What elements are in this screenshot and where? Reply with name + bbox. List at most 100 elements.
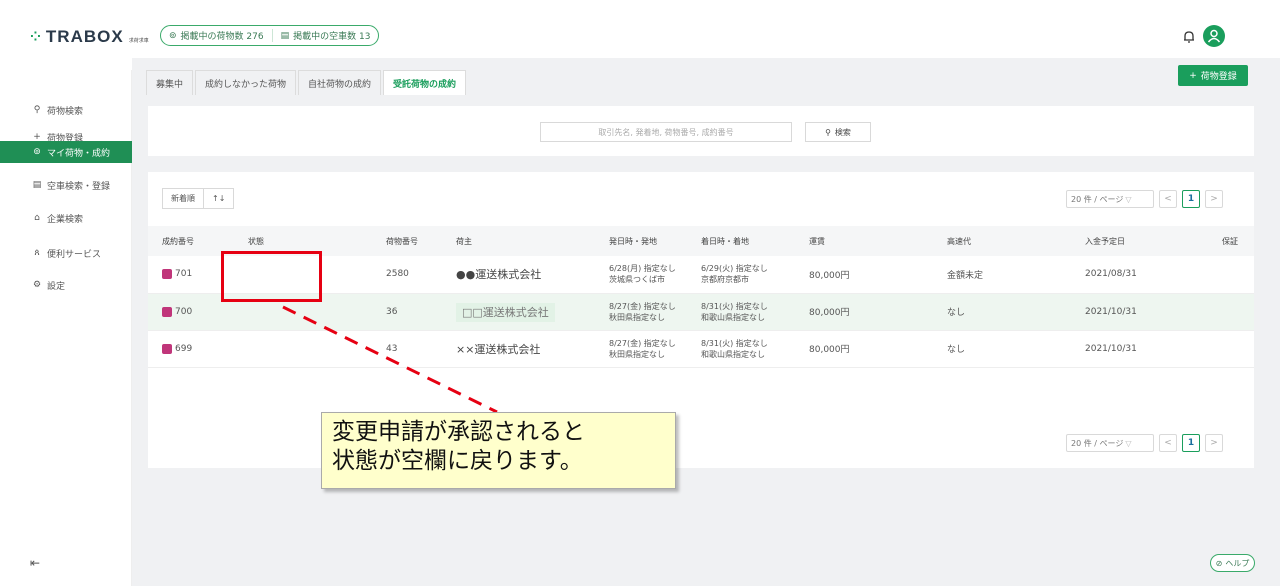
- user-avatar[interactable]: [1203, 25, 1225, 47]
- add-cargo-button[interactable]: + 荷物登録: [1178, 65, 1248, 86]
- current-page-button[interactable]: 1: [1182, 190, 1200, 208]
- chevron-down-icon: ▽: [1125, 194, 1132, 204]
- guarantee-cell: [1208, 330, 1254, 368]
- tab-own-contracts[interactable]: 自社荷物の成約: [298, 70, 382, 95]
- sidebar: ⚲ 荷物検索 + 荷物登録 ⊚ マイ荷物・成約 ▤ 空車検索・登録 ⌂ 企業検索 ጰ 便利サ…: [0, 70, 132, 586]
- fare-cell: 80,000円: [795, 256, 933, 294]
- stats-pill: ⊚ 掲載中の荷物数 276 ▤ 掲載中の空車数 13: [160, 25, 380, 46]
- cargo-count[interactable]: ⊚ 掲載中の荷物数 276: [161, 29, 272, 43]
- cargo-no-cell: 36: [372, 293, 442, 331]
- tab-bar: 募集中 成約しなかった荷物 自社荷物の成約 受託荷物の成約: [146, 70, 468, 95]
- bell-icon[interactable]: [1182, 30, 1196, 44]
- sidebar-item-label: マイ荷物・成約: [47, 148, 111, 159]
- user-icon: [1207, 29, 1221, 43]
- contract-badge-icon: [162, 343, 172, 354]
- search-icon: ⚲: [825, 127, 831, 137]
- help-button[interactable]: ⊘ ヘルプ: [1210, 554, 1255, 572]
- logo-dots-icon: ⁘: [30, 29, 41, 45]
- col-toll: 高速代: [933, 226, 1071, 256]
- fare-cell: 80,000円: [795, 293, 933, 331]
- trabox-logo[interactable]: ⁘ TRABOX 求荷求車: [30, 27, 149, 47]
- status-cell: [234, 330, 372, 368]
- cargo-no-cell: 2580: [372, 256, 442, 294]
- add-cargo-label: 荷物登録: [1200, 72, 1237, 82]
- sort-order-icon[interactable]: ↑↓: [204, 194, 233, 203]
- truck-icon: ▤: [32, 180, 42, 190]
- main-content: 募集中 成約しなかった荷物 自社荷物の成約 受託荷物の成約 + 荷物登録 取引先名…: [132, 58, 1280, 586]
- sidebar-item-services[interactable]: ጰ 便利サービス: [0, 242, 132, 264]
- truck-count[interactable]: ▤ 掲載中の空車数 13: [273, 29, 379, 43]
- search-icon: ⚲: [33, 105, 41, 115]
- prev-page-button[interactable]: <: [1159, 434, 1177, 452]
- shipper-name[interactable]: □□運送株式会社: [456, 302, 555, 322]
- next-page-button[interactable]: >: [1205, 190, 1223, 208]
- arrival-cell: 8/31(火) 指定なし 和歌山県指定なし: [687, 330, 795, 368]
- toll-cell: なし: [933, 293, 1071, 331]
- shipper-name[interactable]: ●●運送株式会社: [456, 268, 541, 281]
- help-label: ヘルプ: [1225, 558, 1250, 568]
- current-page-button[interactable]: 1: [1182, 434, 1200, 452]
- tab-consigned-contracts[interactable]: 受託荷物の成約: [383, 70, 467, 95]
- toll-cell: 金額未定: [933, 256, 1071, 294]
- callout-line-1: 変更申請が承認されると: [332, 419, 585, 445]
- cargo-no-cell: 43: [372, 330, 442, 368]
- col-cargo-no: 荷物番号: [372, 226, 442, 256]
- tab-not-contracted[interactable]: 成約しなかった荷物: [195, 70, 297, 95]
- col-arrival: 着日時・着地: [687, 226, 795, 256]
- fare-cell: 80,000円: [795, 330, 933, 368]
- sidebar-item-label: 空車検索・登録: [47, 181, 111, 192]
- contract-link[interactable]: 699: [162, 343, 234, 354]
- payment-date-cell: 2021/08/31: [1071, 256, 1208, 294]
- payment-date-cell: 2021/10/31: [1071, 330, 1208, 368]
- logo-text: TRABOX: [45, 27, 124, 46]
- pagination-bottom: 20 件 / ページ ▽ < 1 >: [1066, 434, 1223, 452]
- sidebar-item-company-search[interactable]: ⌂ 企業検索: [0, 207, 132, 229]
- search-button[interactable]: ⚲ 検索: [805, 122, 871, 142]
- collapse-sidebar-icon[interactable]: ⇤: [30, 556, 40, 570]
- page-size-select[interactable]: 20 件 / ページ ▽: [1066, 434, 1154, 452]
- search-input[interactable]: 取引先名, 発着地, 荷物番号, 成約番号: [540, 122, 792, 142]
- sidebar-item-label: 設定: [47, 281, 66, 292]
- plus-icon: +: [1189, 70, 1197, 81]
- page-size-select[interactable]: 20 件 / ページ ▽: [1066, 190, 1154, 208]
- table-row[interactable]: 699 43 ××運送株式会社 8/27(金) 指定なし 秋田県指定なし 8/31…: [148, 330, 1254, 368]
- sort-label: 新着順: [171, 194, 195, 203]
- chevron-down-icon: ▽: [1125, 438, 1132, 448]
- departure-cell: 8/27(金) 指定なし 秋田県指定なし: [595, 293, 687, 331]
- people-icon: ጰ: [34, 248, 40, 258]
- toll-cell: なし: [933, 330, 1071, 368]
- contract-link[interactable]: 700: [162, 306, 234, 317]
- pagination-top: 20 件 / ページ ▽ < 1 >: [1066, 190, 1223, 208]
- departure-cell: 6/28(月) 指定なし 茨城県つくば市: [595, 256, 687, 294]
- callout-line-2: 状態が空欄に戻ります。: [332, 448, 583, 474]
- sidebar-item-cargo-search[interactable]: ⚲ 荷物検索: [0, 99, 132, 121]
- sidebar-item-label: 荷物検索: [47, 106, 84, 117]
- box-icon: ⊚: [169, 30, 177, 41]
- sidebar-item-settings[interactable]: ⚙ 設定: [0, 274, 132, 296]
- sidebar-item-my-cargo[interactable]: ⊚ マイ荷物・成約: [0, 141, 132, 163]
- arrival-cell: 6/29(火) 指定なし 京都府京都市: [687, 256, 795, 294]
- search-button-label: 検索: [834, 127, 851, 137]
- guarantee-cell: [1208, 256, 1254, 294]
- next-page-button[interactable]: >: [1205, 434, 1223, 452]
- truck-icon: ▤: [280, 30, 290, 41]
- col-guarantee: 保証: [1208, 226, 1254, 256]
- departure-cell: 8/27(金) 指定なし 秋田県指定なし: [595, 330, 687, 368]
- prev-page-button[interactable]: <: [1159, 190, 1177, 208]
- gear-icon: ⚙: [32, 280, 42, 290]
- tab-recruiting[interactable]: 募集中: [146, 70, 194, 95]
- col-shipper: 荷主: [442, 226, 595, 256]
- box-icon: ⊚: [33, 147, 41, 157]
- shipper-name[interactable]: ××運送株式会社: [456, 343, 540, 356]
- annotation-highlight-box: [221, 251, 322, 302]
- results-panel: 新着順 ↑↓ 20 件 / ページ ▽ < 1 > 成約番号 状態 荷物番号 荷主…: [148, 172, 1254, 468]
- building-icon: ⌂: [34, 213, 40, 223]
- guarantee-cell: [1208, 293, 1254, 331]
- contract-badge-icon: [162, 269, 172, 280]
- sidebar-item-truck-search[interactable]: ▤ 空車検索・登録: [0, 174, 132, 196]
- sort-control[interactable]: 新着順 ↑↓: [162, 188, 235, 209]
- question-icon: ⊘: [1215, 558, 1223, 568]
- contract-badge-icon: [162, 306, 172, 317]
- payment-date-cell: 2021/10/31: [1071, 293, 1208, 331]
- search-panel: 取引先名, 発着地, 荷物番号, 成約番号 ⚲ 検索: [148, 106, 1254, 156]
